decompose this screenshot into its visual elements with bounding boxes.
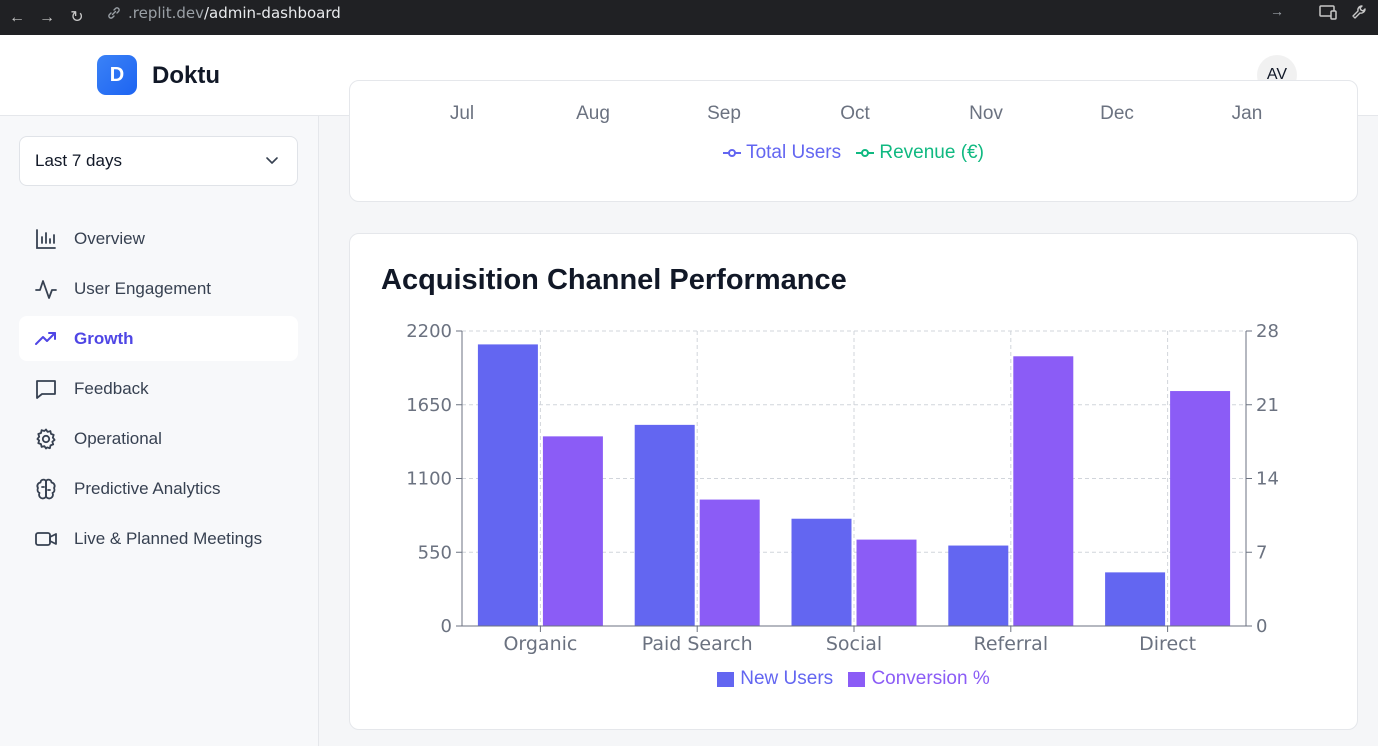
wrench-icon[interactable]: [1350, 3, 1370, 21]
url-host: .replit.dev: [128, 3, 204, 22]
date-range-value: Last 7 days: [35, 151, 122, 170]
y-tick-label-left: 550: [418, 542, 452, 563]
sidebar-item-growth[interactable]: Growth: [19, 316, 298, 361]
bar-new-users: [948, 545, 1009, 626]
sidebar-item-predictive-analytics[interactable]: Predictive Analytics: [19, 466, 298, 511]
sidebar-item-label: Operational: [74, 428, 162, 448]
y-tick-label-right: 7: [1256, 542, 1267, 563]
gear-icon: [36, 428, 56, 449]
user-revenue-chart-card: Jul Aug Sep Oct Nov Dec Jan Total Users …: [349, 80, 1358, 202]
reload-icon[interactable]: ↻: [68, 9, 86, 27]
sidebar-item-label: Feedback: [74, 378, 149, 398]
line-marker-icon: [723, 149, 742, 157]
y-tick-label-left: 2200: [406, 321, 452, 342]
message-square-icon: [36, 379, 56, 399]
month-label: Oct: [840, 103, 870, 124]
month-label: Sep: [707, 103, 741, 124]
brain-icon: [36, 478, 56, 499]
x-tick-label: Referral: [973, 633, 1048, 655]
legend-label: Revenue (€): [879, 142, 984, 163]
legend-swatch: [717, 671, 735, 687]
sidebar-item-label: Live & Planned Meetings: [74, 528, 263, 548]
x-tick-label: Social: [826, 633, 882, 655]
forward-icon[interactable]: →: [38, 9, 56, 27]
legend-swatch: [848, 671, 866, 687]
sidebar-item-label: Growth: [74, 328, 134, 348]
chart-legend: New Users Conversion %: [350, 668, 1357, 693]
bar-conversion: [699, 499, 760, 626]
cast-icon[interactable]: [1318, 3, 1338, 21]
bar-conversion: [1170, 391, 1231, 626]
url-path: /admin-dashboard: [203, 3, 341, 22]
month-label: Nov: [969, 103, 1003, 124]
sidebar-item-feedback[interactable]: Feedback: [19, 366, 298, 411]
y-tick-label-left: 1100: [406, 469, 452, 490]
legend-label: New Users: [740, 668, 834, 689]
sidebar-item-operational[interactable]: Operational: [19, 416, 298, 461]
activity-icon: [35, 279, 57, 299]
link-icon: [108, 6, 120, 19]
legend-label: Conversion %: [871, 668, 990, 689]
sidebar-item-label: Predictive Analytics: [74, 478, 221, 498]
sidebar: Last 7 days Overview User Engagement Gro…: [0, 116, 319, 746]
legend-item-conversion[interactable]: Conversion %: [848, 668, 990, 690]
sidebar-item-user-engagement[interactable]: User Engagement: [19, 266, 298, 311]
video-icon: [35, 531, 57, 546]
date-range-select[interactable]: Last 7 days: [19, 136, 298, 186]
x-tick-label: Direct: [1139, 633, 1196, 655]
acquisition-chart-card: Acquisition Channel Performance 0 550 1100…: [349, 233, 1358, 730]
bar-new-users: [791, 518, 852, 626]
month-label: Jan: [1231, 103, 1263, 124]
bar-new-users: [477, 344, 538, 626]
y-tick-label-left: 1650: [406, 395, 452, 416]
x-tick-label: Paid Search: [642, 633, 753, 655]
sidebar-item-label: Overview: [74, 228, 145, 248]
x-axis-months: Jul Aug Sep Oct Nov Dec Jan: [350, 103, 1357, 127]
line-marker-icon: [856, 149, 875, 157]
bar-conversion: [1013, 356, 1074, 626]
go-arrow-icon[interactable]: →: [1270, 3, 1284, 19]
top-chart-legend: Total Users Revenue (€): [350, 142, 1357, 164]
logo[interactable]: D: [97, 55, 137, 95]
bar-new-users: [634, 424, 695, 626]
x-tick-label: Organic: [503, 633, 577, 655]
y-tick-label-right: 21: [1256, 395, 1279, 416]
sidebar-item-meetings[interactable]: Live & Planned Meetings: [19, 516, 298, 561]
y-tick-label-right: 14: [1256, 469, 1279, 490]
back-icon[interactable]: ←: [8, 9, 26, 27]
address-bar[interactable]: .replit.dev/admin-dashboard: [106, 0, 1296, 25]
chevron-down-icon: [266, 157, 278, 164]
y-tick-label-right: 28: [1256, 321, 1279, 342]
sidebar-nav: Overview User Engagement Growth Feedback…: [19, 216, 298, 566]
month-label: Dec: [1100, 103, 1134, 124]
month-label: Aug: [576, 103, 610, 124]
y-tick-label-left: 0: [441, 616, 452, 637]
sidebar-item-overview[interactable]: Overview: [19, 216, 298, 261]
trending-up-icon: [35, 331, 56, 345]
legend-item-new-users[interactable]: New Users: [717, 668, 833, 690]
brand-name[interactable]: Doktu: [152, 62, 220, 90]
bar-new-users: [1105, 572, 1166, 626]
legend-label: Total Users: [746, 142, 842, 163]
legend-item-total-users[interactable]: Total Users: [723, 142, 841, 164]
legend-item-revenue[interactable]: Revenue (€): [856, 142, 984, 164]
bar-conversion: [542, 436, 603, 626]
sidebar-item-label: User Engagement: [74, 278, 212, 298]
y-tick-label-right: 0: [1256, 616, 1267, 637]
bar-conversion: [856, 539, 917, 626]
bar-chart-icon: [36, 228, 56, 249]
acquisition-bar-chart: 0 550 1100 1650 2200 0 7 14 21 28 Organic Paid Sear…: [406, 321, 1279, 655]
month-label: Jul: [449, 103, 475, 124]
